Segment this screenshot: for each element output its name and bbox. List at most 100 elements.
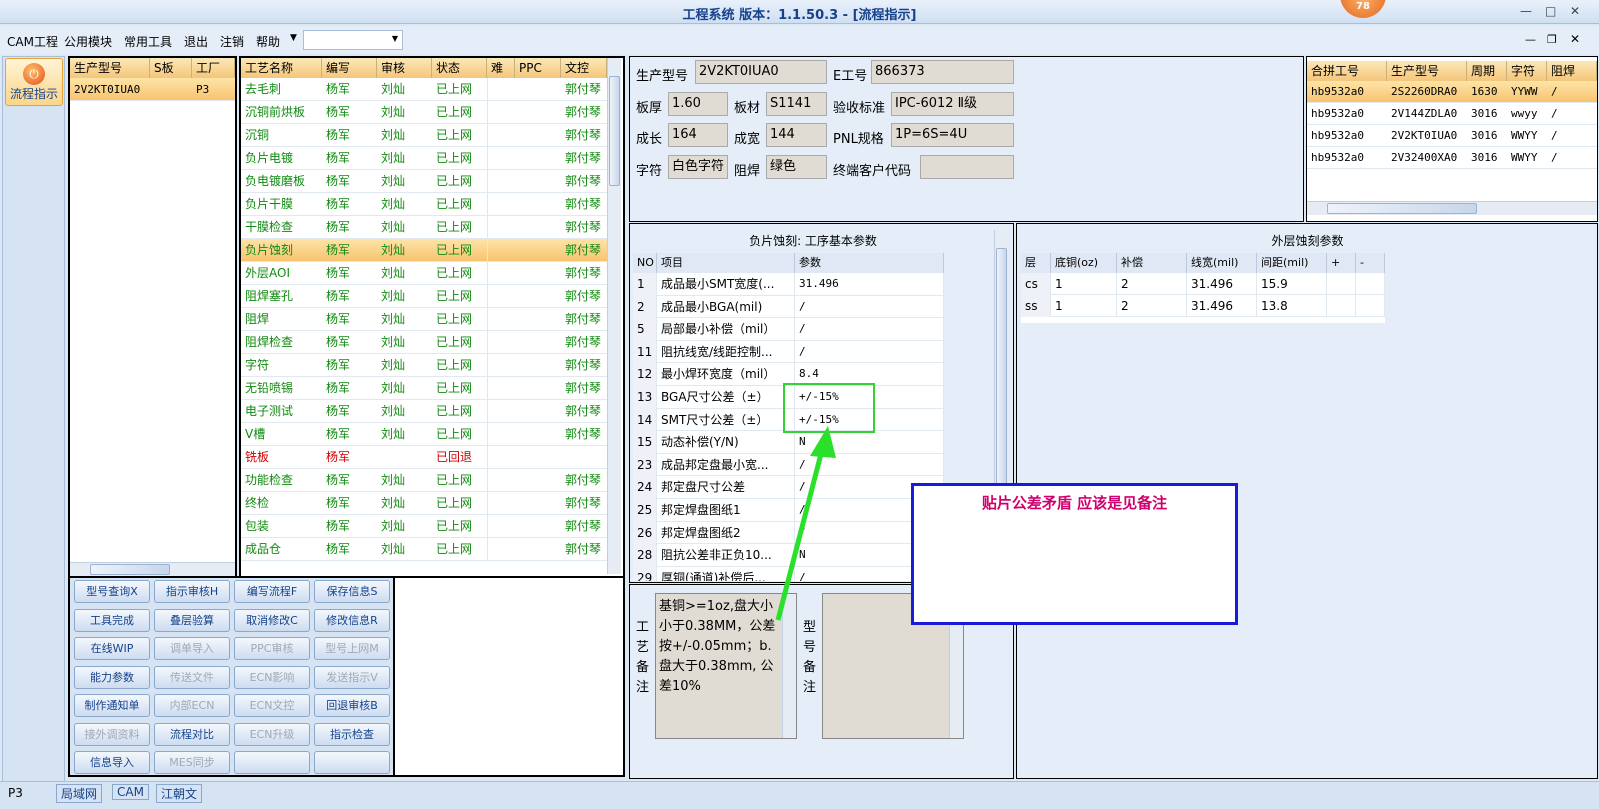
- col-base-copper[interactable]: 底铜(oz): [1051, 253, 1117, 273]
- action-button[interactable]: 工具完成: [74, 608, 150, 632]
- chevron-down-icon[interactable]: ▼: [290, 33, 297, 43]
- table-row[interactable]: hb9532a0 2V144ZDLA0 3016 wwyy /: [1307, 103, 1597, 125]
- table-row[interactable]: 负片蚀刻 杨军 刘灿 已上网 郭付琴: [241, 239, 607, 262]
- table-row[interactable]: ss 1 2 31.496 13.8: [1021, 295, 1385, 317]
- customer-code-field[interactable]: [920, 155, 1014, 179]
- model-field[interactable]: 2V2KT0IUA0: [695, 60, 827, 84]
- scroll-thumb[interactable]: [1327, 203, 1477, 214]
- action-button[interactable]: 型号上网M: [314, 637, 390, 660]
- length-field[interactable]: 164: [668, 123, 728, 147]
- status-tab-user[interactable]: 江朝文: [156, 784, 203, 803]
- action-button[interactable]: [234, 751, 310, 774]
- col-reviewer[interactable]: 审核: [377, 58, 432, 78]
- table-row[interactable]: 阻焊塞孔 杨军 刘灿 已上网 郭付琴: [241, 285, 607, 308]
- action-button[interactable]: 回退审核B: [314, 694, 390, 717]
- table-row[interactable]: 阻焊检查 杨军 刘灿 已上网 郭付琴: [241, 331, 607, 354]
- table-row[interactable]: hb9532a0 2V2KT0IUA0 3016 WWYY /: [1307, 125, 1597, 147]
- col-combo-mask[interactable]: 阻焊: [1547, 61, 1597, 81]
- action-button[interactable]: 修改信息R: [314, 608, 390, 632]
- menu-exit[interactable]: 退出: [184, 33, 208, 50]
- minimize-icon[interactable]: —: [1520, 4, 1532, 18]
- status-tab-cam[interactable]: CAM: [112, 784, 149, 800]
- action-button[interactable]: 接外调资料: [74, 722, 150, 746]
- col-no[interactable]: NO: [633, 253, 657, 273]
- process-vscroll[interactable]: [607, 58, 621, 574]
- table-row[interactable]: 铣板 杨军 已回退: [241, 446, 607, 469]
- flow-indicator-button[interactable]: ⏻ 流程指示: [5, 58, 63, 106]
- action-button[interactable]: [314, 751, 390, 774]
- table-row[interactable]: 包装 杨军 刘灿 已上网 郭付琴: [241, 515, 607, 538]
- menu-dropdown[interactable]: ▼: [303, 30, 403, 50]
- action-button[interactable]: ECN文控: [234, 694, 310, 717]
- remove-column-button[interactable]: -: [1356, 253, 1385, 273]
- action-button[interactable]: 制作通知单: [74, 694, 150, 717]
- col-writer[interactable]: 编写: [322, 58, 377, 78]
- table-row[interactable]: 电子测试 杨军 刘灿 已上网 郭付琴: [241, 400, 607, 423]
- action-button[interactable]: 保存信息S: [314, 580, 390, 603]
- table-row[interactable]: 沉铜前烘板 杨军 刘灿 已上网 郭付琴: [241, 101, 607, 124]
- action-button[interactable]: 流程对比: [154, 722, 230, 746]
- col-s[interactable]: S板: [150, 58, 192, 78]
- menu-help[interactable]: 帮助: [256, 33, 280, 50]
- menu-common[interactable]: 公用模块: [64, 33, 112, 50]
- action-button[interactable]: ECN升级: [234, 722, 310, 746]
- width-field[interactable]: 144: [766, 123, 827, 147]
- table-row[interactable]: 5 局部最小补偿（mil） /: [633, 318, 944, 341]
- action-button[interactable]: 发送指示V: [314, 665, 390, 689]
- action-button[interactable]: ECN影响: [234, 665, 310, 689]
- table-row[interactable]: 干膜检查 杨军 刘灿 已上网 郭付琴: [241, 216, 607, 239]
- model-hscroll[interactable]: [70, 562, 235, 576]
- eno-field[interactable]: 866373: [871, 60, 1014, 84]
- table-row[interactable]: hb9532a0 2S2260DRA0 1630 YYWW /: [1307, 81, 1597, 103]
- col-param[interactable]: 参数: [795, 253, 944, 273]
- action-button[interactable]: PPC审核: [234, 637, 310, 660]
- action-button[interactable]: 能力参数: [74, 665, 150, 689]
- table-row[interactable]: 字符 杨军 刘灿 已上网 郭付琴: [241, 354, 607, 377]
- col-status[interactable]: 状态: [432, 58, 487, 78]
- combo-hscroll[interactable]: [1307, 201, 1597, 215]
- table-row[interactable]: 2V2KT0IUA0 P3: [70, 78, 235, 101]
- mdi-restore-icon[interactable]: ❐: [1547, 33, 1557, 46]
- action-button[interactable]: MES同步: [154, 751, 230, 774]
- col-spacing[interactable]: 间距(mil): [1257, 253, 1327, 273]
- action-button[interactable]: 内部ECN: [154, 694, 230, 717]
- table-row[interactable]: 负电镀磨板 杨军 刘灿 已上网 郭付琴: [241, 170, 607, 193]
- material-field[interactable]: S1141: [766, 92, 827, 116]
- action-button[interactable]: 叠层验算: [154, 608, 230, 632]
- table-row[interactable]: 外层AOI 杨军 刘灿 已上网 郭付琴: [241, 262, 607, 285]
- col-item[interactable]: 项目: [657, 253, 795, 273]
- action-button[interactable]: 信息导入: [74, 751, 150, 774]
- col-model[interactable]: 生产型号: [70, 58, 150, 78]
- col-layer[interactable]: 层: [1021, 253, 1051, 273]
- table-row[interactable]: V槽 杨军 刘灿 已上网 郭付琴: [241, 423, 607, 446]
- table-row[interactable]: 功能检查 杨军 刘灿 已上网 郭付琴: [241, 469, 607, 492]
- col-compensation[interactable]: 补偿: [1117, 253, 1187, 273]
- col-doc[interactable]: 文控: [561, 58, 607, 78]
- pnl-field[interactable]: 1P=6S=4U: [891, 123, 1014, 147]
- menu-logout[interactable]: 注销: [220, 33, 244, 50]
- menu-tools[interactable]: 常用工具: [124, 33, 172, 50]
- maximize-icon[interactable]: □: [1545, 4, 1556, 18]
- mask-field[interactable]: 绿色: [766, 155, 827, 179]
- char-field[interactable]: 白色字符: [668, 155, 728, 179]
- table-row[interactable]: 沉铜 杨军 刘灿 已上网 郭付琴: [241, 124, 607, 147]
- table-row[interactable]: cs 1 2 31.496 15.9: [1021, 273, 1385, 295]
- action-button[interactable]: 传送文件: [154, 665, 230, 689]
- status-tab-lan[interactable]: 局域网: [56, 784, 103, 803]
- scroll-thumb[interactable]: [609, 76, 620, 186]
- table-row[interactable]: 去毛刺 杨军 刘灿 已上网 郭付琴: [241, 78, 607, 101]
- table-row[interactable]: 成品仓 杨军 刘灿 已上网 郭付琴: [241, 538, 607, 561]
- col-combo-model[interactable]: 生产型号: [1387, 61, 1467, 81]
- table-row[interactable]: 11 阻抗线宽/线距控制... /: [633, 340, 944, 364]
- table-row[interactable]: 无铅喷锡 杨军 刘灿 已上网 郭付琴: [241, 377, 607, 400]
- action-button[interactable]: 在线WIP: [74, 637, 150, 660]
- col-factory[interactable]: 工厂: [192, 58, 235, 78]
- table-row[interactable]: 负片干膜 杨军 刘灿 已上网 郭付琴: [241, 193, 607, 216]
- col-combo-period[interactable]: 周期: [1467, 61, 1507, 81]
- mdi-close-icon[interactable]: ✕: [1570, 32, 1580, 46]
- col-process[interactable]: 工艺名称: [241, 58, 322, 78]
- col-combo-char[interactable]: 字符: [1507, 61, 1547, 81]
- close-icon[interactable]: ✕: [1570, 4, 1580, 18]
- standard-field[interactable]: IPC-6012 Ⅱ级: [891, 92, 1014, 116]
- col-difficulty[interactable]: 难: [487, 58, 515, 78]
